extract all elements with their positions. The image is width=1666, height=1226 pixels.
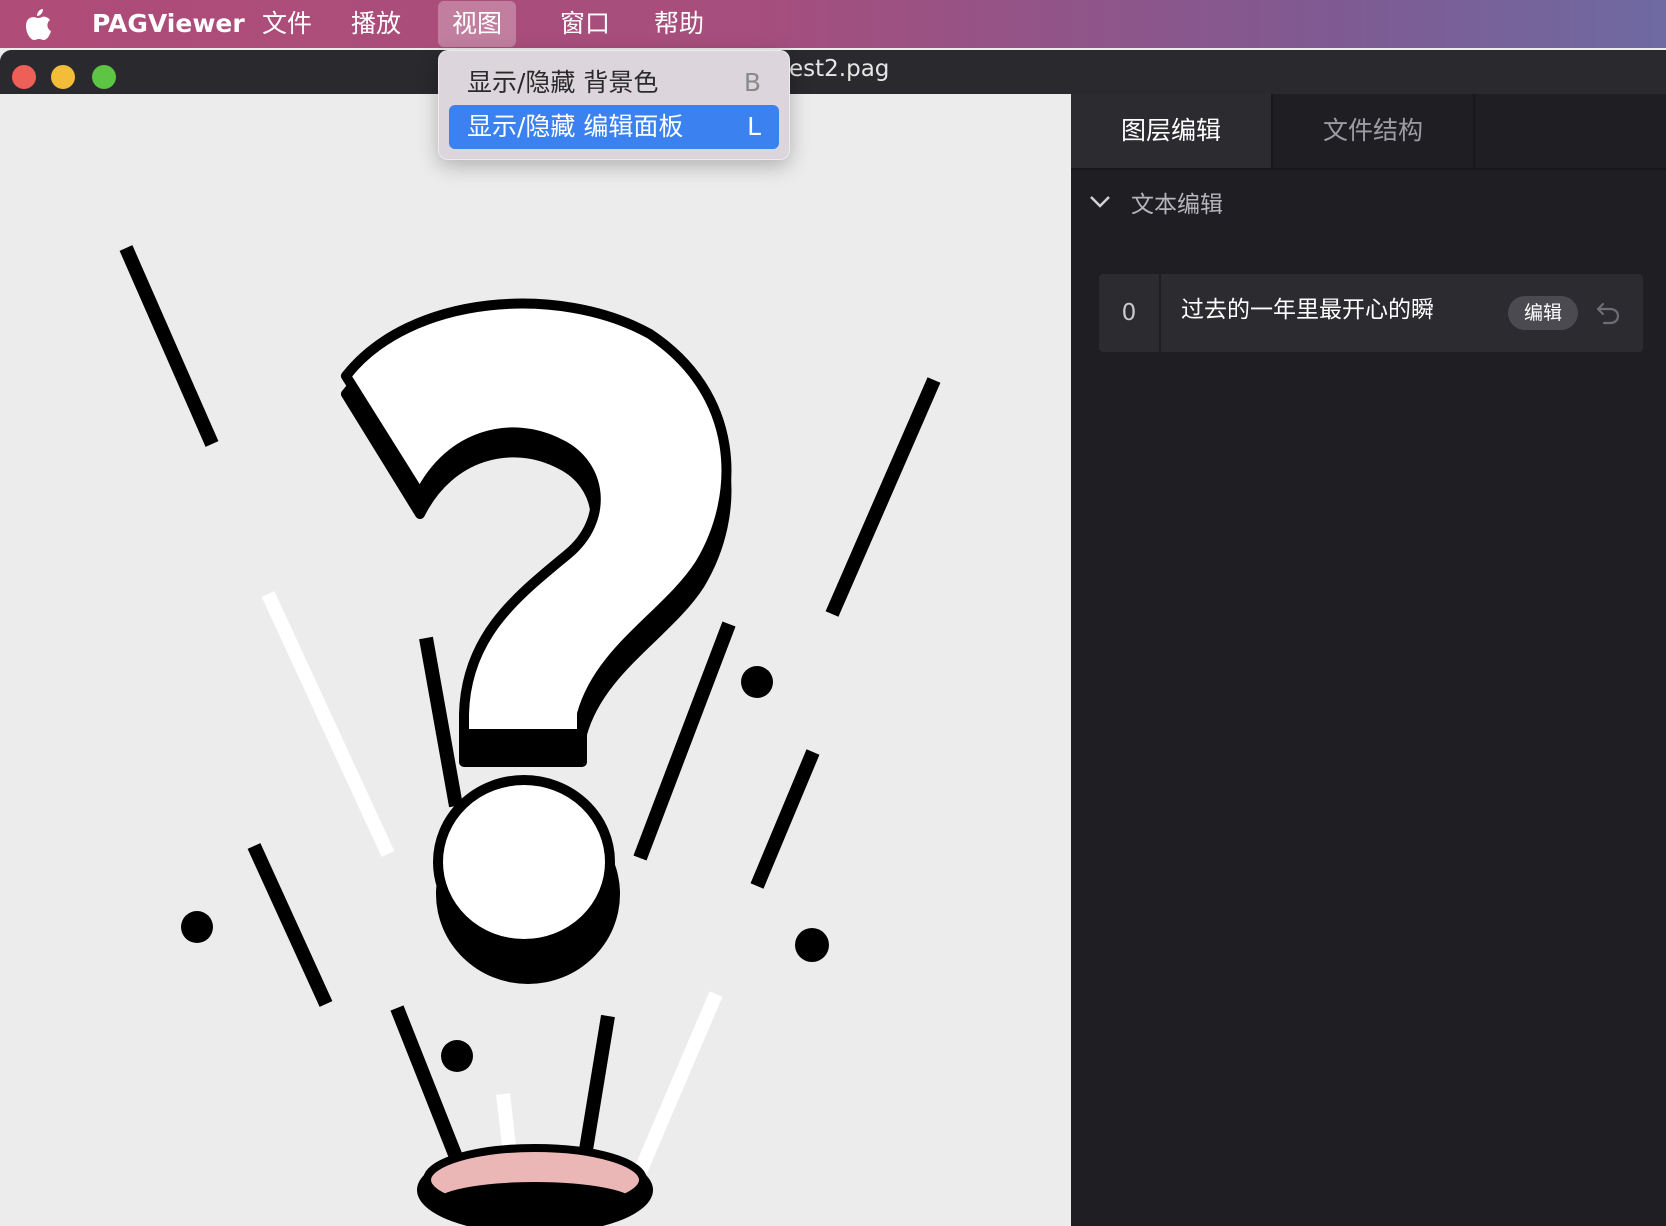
undo-icon[interactable] <box>1594 298 1622 326</box>
window-title: test2.pag <box>780 56 890 82</box>
minimize-button[interactable] <box>51 65 75 89</box>
layer-index: 0 <box>1099 274 1161 352</box>
preview-canvas[interactable] <box>0 94 1071 1226</box>
menu-item-toggle-background[interactable]: 显示/隐藏 背景色 B <box>449 61 779 105</box>
apple-icon[interactable] <box>20 6 54 42</box>
text-layer-row[interactable]: 0 过去的一年里最开心的瞬 编辑 <box>1099 274 1643 352</box>
tab-file-structure[interactable]: 文件结构 <box>1273 94 1473 168</box>
menu-app-name[interactable]: PAGViewer <box>78 0 259 48</box>
menu-play[interactable]: 播放 <box>337 0 415 48</box>
menu-window[interactable]: 窗口 <box>546 0 624 48</box>
tab-layer-edit[interactable]: 图层编辑 <box>1071 94 1271 168</box>
zoom-button[interactable] <box>92 65 116 89</box>
menu-view[interactable]: 视图 <box>438 1 517 47</box>
app-window: test2.pag 图层编辑 文件结构 文本编辑 0 过去的一年里最开心的瞬 编… <box>0 50 1666 1226</box>
panel-tabs: 图层编辑 文件结构 <box>1071 94 1666 170</box>
menu-item-shortcut: B <box>743 68 761 97</box>
title-bar[interactable]: test2.pag <box>0 50 1666 94</box>
chevron-down-icon[interactable] <box>1087 189 1113 215</box>
view-menu-dropdown: 显示/隐藏 背景色 B 显示/隐藏 编辑面板 L <box>438 50 790 160</box>
menu-item-toggle-edit-panel[interactable]: 显示/隐藏 编辑面板 L <box>449 105 779 149</box>
tab-divider <box>1473 94 1475 168</box>
section-title: 文本编辑 <box>1131 192 1223 218</box>
text-edit-section-header[interactable]: 文本编辑 <box>1087 182 1223 222</box>
menu-bar: PAGViewer 文件 播放 视图 窗口 帮助 <box>0 0 1666 48</box>
menu-item-label: 显示/隐藏 背景色 <box>467 68 659 97</box>
layer-text: 过去的一年里最开心的瞬 <box>1181 297 1434 323</box>
menu-item-shortcut: L <box>747 112 761 141</box>
question-mark-animation-frame <box>0 94 1071 1226</box>
edit-button[interactable]: 编辑 <box>1508 296 1578 330</box>
close-button[interactable] <box>12 65 36 89</box>
edit-panel: 图层编辑 文件结构 文本编辑 0 过去的一年里最开心的瞬 编辑 <box>1071 94 1666 1226</box>
menu-file[interactable]: 文件 <box>248 0 326 48</box>
menu-help[interactable]: 帮助 <box>640 0 718 48</box>
menu-item-label: 显示/隐藏 编辑面板 <box>467 112 684 141</box>
